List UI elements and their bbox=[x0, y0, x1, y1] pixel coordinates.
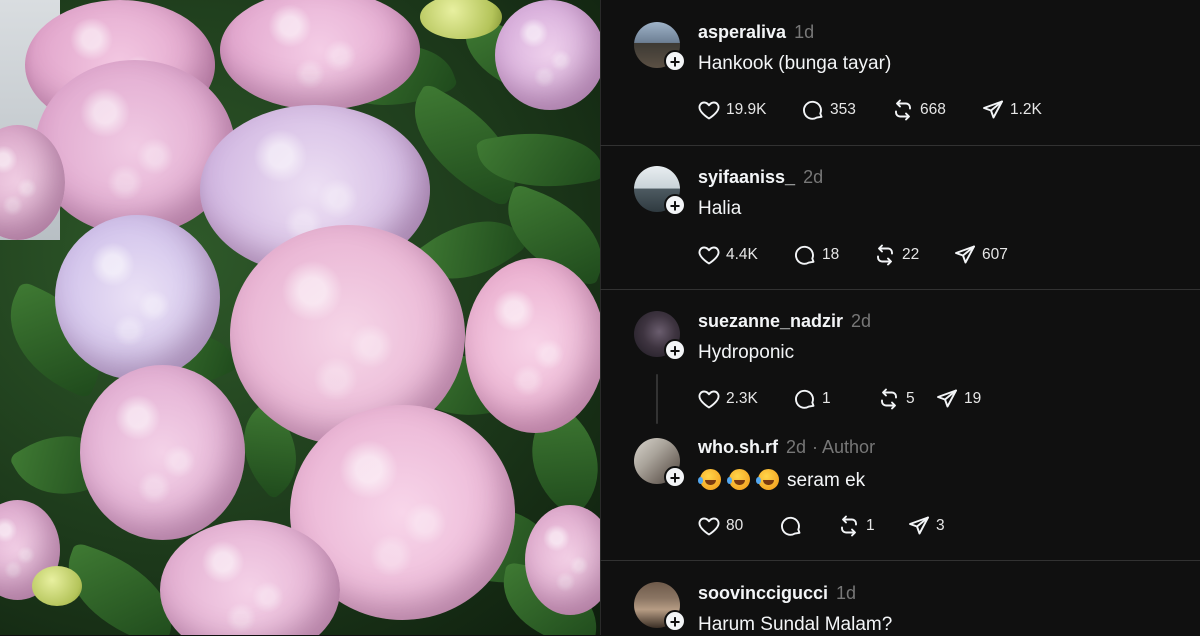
divider bbox=[600, 560, 1200, 561]
repost-icon bbox=[873, 243, 897, 267]
heart-icon bbox=[697, 243, 721, 267]
rofl-emoji-icon bbox=[756, 469, 779, 490]
repost-button[interactable]: 5 bbox=[877, 387, 935, 411]
laughing-emoji-icon: 🤣🤣🤣 bbox=[700, 469, 701, 470]
reply-count: 353 bbox=[830, 101, 856, 118]
timestamp: 1d bbox=[794, 22, 815, 42]
username[interactable]: soovinccigucci bbox=[698, 583, 828, 603]
rofl-emoji-icon bbox=[698, 469, 721, 490]
timestamp: 2d bbox=[803, 167, 824, 187]
share-button[interactable]: 607 bbox=[953, 243, 1008, 267]
rofl-emoji-icon bbox=[727, 469, 750, 490]
like-count: 2.3K bbox=[726, 390, 758, 407]
share-button[interactable]: 3 bbox=[907, 514, 945, 538]
follow-plus-icon[interactable]: + bbox=[664, 194, 686, 216]
send-icon bbox=[981, 98, 1005, 122]
thread-line bbox=[656, 374, 658, 424]
comment-text: seram ek bbox=[787, 470, 866, 491]
divider bbox=[600, 289, 1200, 290]
comment-actions: 4.4K 18 22 607 bbox=[697, 242, 1008, 268]
repost-count: 668 bbox=[920, 101, 946, 118]
reply-button[interactable]: 18 bbox=[793, 243, 873, 267]
comment-text: Hydroponic bbox=[698, 342, 795, 363]
like-button[interactable]: 4.4K bbox=[697, 243, 793, 267]
hydrangea-bloom bbox=[80, 365, 245, 540]
username[interactable]: syifaaniss_ bbox=[698, 167, 795, 187]
share-count: 19 bbox=[964, 390, 982, 407]
comments-panel bbox=[600, 0, 1200, 635]
share-count: 3 bbox=[936, 517, 945, 534]
comment-actions: 19.9K 353 668 1.2K bbox=[697, 97, 1042, 123]
share-count: 607 bbox=[982, 246, 1008, 263]
send-icon bbox=[935, 387, 959, 411]
repost-button[interactable]: 668 bbox=[891, 98, 981, 122]
hydrangea-bloom bbox=[55, 215, 220, 380]
follow-plus-icon[interactable]: + bbox=[664, 339, 686, 361]
comment-text-row: 🤣🤣🤣 seram ek bbox=[698, 469, 866, 492]
repost-count: 1 bbox=[866, 517, 875, 534]
username[interactable]: asperaliva bbox=[698, 22, 786, 42]
repost-count: 22 bbox=[902, 246, 920, 263]
share-button[interactable]: 19 bbox=[935, 387, 981, 411]
reply-button[interactable] bbox=[779, 514, 837, 538]
hydrangea-photo bbox=[0, 0, 600, 635]
follow-plus-icon[interactable]: + bbox=[664, 610, 686, 632]
reply-button[interactable]: 1 bbox=[793, 387, 877, 411]
heart-icon bbox=[697, 514, 721, 538]
comment-actions: 2.3K 1 5 19 bbox=[697, 386, 981, 412]
like-count: 4.4K bbox=[726, 246, 758, 263]
timestamp: 1d bbox=[836, 583, 857, 603]
reply-count: 1 bbox=[822, 390, 831, 407]
heart-icon bbox=[697, 98, 721, 122]
comment-bubble-icon bbox=[779, 514, 803, 538]
hydrangea-bloom bbox=[465, 258, 600, 433]
like-button[interactable]: 80 bbox=[697, 514, 779, 538]
send-icon bbox=[907, 514, 931, 538]
repost-icon bbox=[837, 514, 861, 538]
like-count: 80 bbox=[726, 517, 744, 534]
follow-plus-icon[interactable]: + bbox=[664, 466, 686, 488]
heart-icon bbox=[697, 387, 721, 411]
comment-text: Hankook (bunga tayar) bbox=[698, 53, 892, 74]
divider bbox=[600, 145, 1200, 146]
like-button[interactable]: 19.9K bbox=[697, 98, 801, 122]
repost-button[interactable]: 22 bbox=[873, 243, 953, 267]
share-count: 1.2K bbox=[1010, 101, 1042, 118]
hydrangea-bloom bbox=[495, 0, 600, 110]
reply-count: 18 bbox=[822, 246, 840, 263]
comment-actions: 80 1 3 bbox=[697, 513, 945, 539]
like-button[interactable]: 2.3K bbox=[697, 387, 793, 411]
repost-icon bbox=[877, 387, 901, 411]
repost-icon bbox=[891, 98, 915, 122]
timestamp: 2d bbox=[851, 311, 872, 331]
comment-bubble-icon bbox=[793, 387, 817, 411]
comment-text: Halia bbox=[698, 198, 742, 219]
comment-text: Harum Sundal Malam? bbox=[698, 614, 893, 635]
like-count: 19.9K bbox=[726, 101, 767, 118]
repost-count: 5 bbox=[906, 390, 915, 407]
repost-button[interactable]: 1 bbox=[837, 514, 907, 538]
comment-bubble-icon bbox=[801, 98, 825, 122]
comment-bubble-icon bbox=[793, 243, 817, 267]
username[interactable]: who.sh.rf bbox=[698, 437, 778, 457]
author-tag: · Author bbox=[812, 437, 876, 457]
follow-plus-icon[interactable]: + bbox=[664, 50, 686, 72]
flower-bud bbox=[32, 566, 82, 606]
username[interactable]: suezanne_nadzir bbox=[698, 311, 843, 331]
reply-button[interactable]: 353 bbox=[801, 98, 891, 122]
send-icon bbox=[953, 243, 977, 267]
timestamp: 2d bbox=[786, 437, 807, 457]
share-button[interactable]: 1.2K bbox=[981, 98, 1042, 122]
